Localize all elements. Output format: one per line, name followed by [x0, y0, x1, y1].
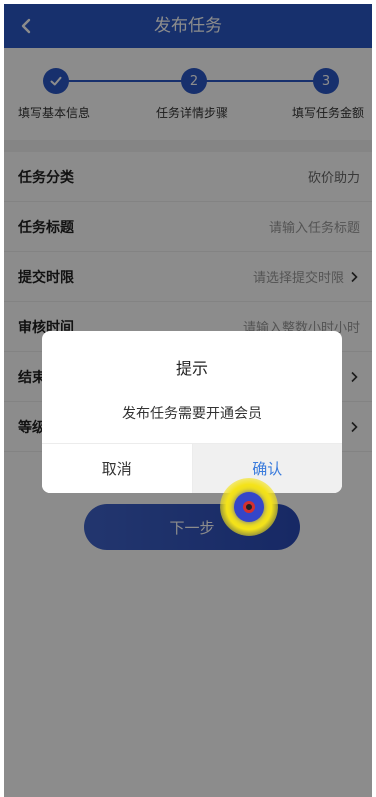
- dialog-message: 发布任务需要开通会员: [122, 406, 262, 422]
- membership-required-dialog: 提示 发布任务需要开通会员 取消 确认: [42, 331, 342, 493]
- dialog-actions: 取消 确认: [42, 443, 342, 493]
- dialog-title: 提示: [175, 359, 208, 378]
- touch-indicator-icon: [220, 478, 278, 536]
- touch-point: [243, 501, 255, 513]
- touch-ring: [234, 492, 264, 522]
- app-screen: 发布任务 2 3 填写基本信息 任务详情步骤 填写任务金额 任务分类 砍价助力 …: [4, 4, 372, 797]
- cancel-button[interactable]: 取消: [42, 444, 193, 493]
